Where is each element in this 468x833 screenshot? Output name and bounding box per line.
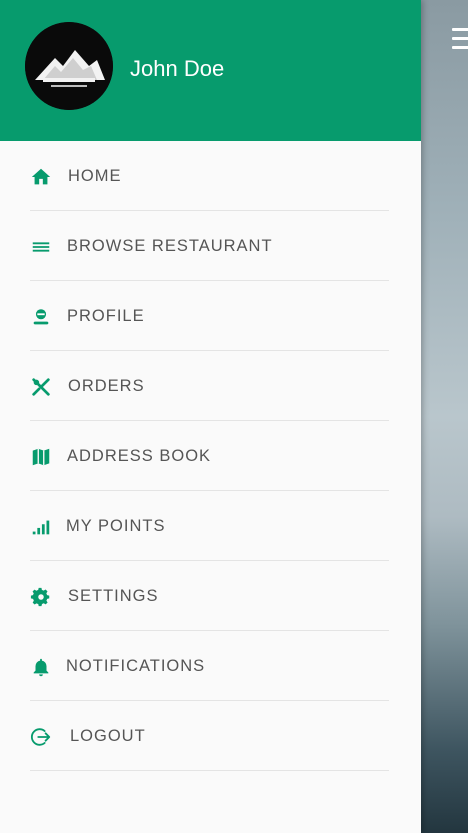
menu-item-notifications[interactable]: NOTIFICATIONS — [30, 631, 389, 701]
menu-item-label: HOME — [68, 167, 122, 185]
gear-icon — [30, 586, 52, 608]
utensils-icon — [30, 376, 52, 398]
menu-item-label: LOGOUT — [70, 727, 146, 745]
menu-item-home[interactable]: HOME — [30, 141, 389, 211]
mountain-logo-icon — [25, 22, 113, 110]
home-icon — [30, 166, 52, 188]
menu-item-label: SETTINGS — [68, 587, 159, 605]
drawer-menu: HOME BROWSE RESTAURANT PROFILE ORDERS AD… — [0, 141, 421, 771]
menu-item-label: ADDRESS BOOK — [67, 447, 212, 465]
map-icon — [30, 446, 52, 468]
menu-item-orders[interactable]: ORDERS — [30, 351, 389, 421]
menu-item-browse-restaurant[interactable]: BROWSE RESTAURANT — [30, 211, 389, 281]
menu-item-label: MY POINTS — [66, 517, 166, 535]
hamburger-menu-icon[interactable] — [452, 28, 468, 54]
menu-item-settings[interactable]: SETTINGS — [30, 561, 389, 631]
signal-bars-icon — [30, 516, 52, 538]
user-name: John Doe — [130, 56, 225, 81]
menu-lines-icon — [30, 236, 52, 258]
menu-item-label: NOTIFICATIONS — [66, 657, 206, 675]
bell-icon — [30, 656, 52, 678]
menu-item-label: PROFILE — [67, 307, 145, 325]
menu-item-label: BROWSE RESTAURANT — [67, 237, 273, 255]
menu-item-address-book[interactable]: ADDRESS BOOK — [30, 421, 389, 491]
person-icon — [30, 306, 52, 328]
menu-item-label: ORDERS — [68, 377, 145, 395]
avatar[interactable] — [25, 22, 113, 110]
navigation-drawer: John Doe HOME BROWSE RESTAURANT PROFILE … — [0, 0, 421, 833]
drawer-header: John Doe — [0, 0, 421, 141]
menu-item-logout[interactable]: LOGOUT — [30, 701, 389, 771]
logout-icon — [30, 726, 52, 748]
menu-item-profile[interactable]: PROFILE — [30, 281, 389, 351]
menu-item-my-points[interactable]: MY POINTS — [30, 491, 389, 561]
